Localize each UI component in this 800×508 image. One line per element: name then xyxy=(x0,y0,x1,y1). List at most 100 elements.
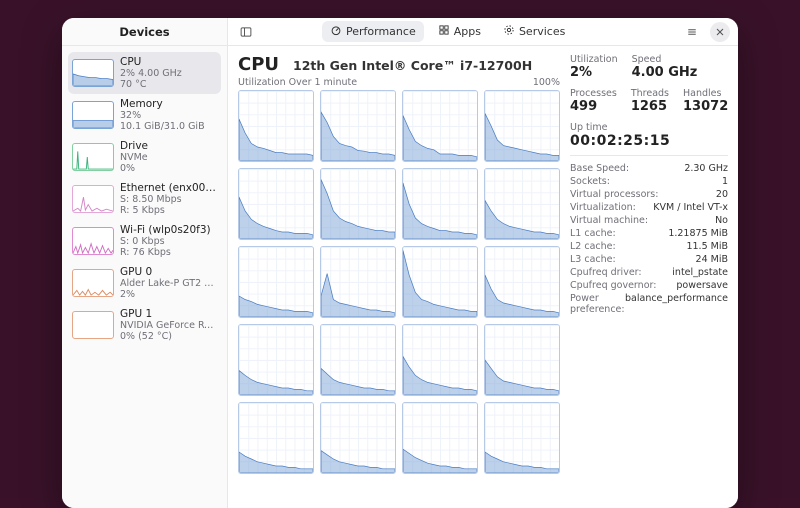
core-chart xyxy=(238,324,314,396)
stat-label: Utilization xyxy=(570,54,618,65)
charts-column: CPU 12th Gen Intel® Core™ i7-12700H Util… xyxy=(238,54,560,498)
device-line2: 2% xyxy=(120,289,217,300)
detail-key: Virtual processors: xyxy=(570,189,658,200)
device-line2: R: 76 Kbps xyxy=(120,247,217,258)
device-item[interactable]: DriveNVMe0% xyxy=(68,136,221,178)
device-item[interactable]: GPU 0Alder Lake-P GT2 (Iris X…2% xyxy=(68,262,221,304)
device-name: Drive xyxy=(120,140,217,152)
tab-performance[interactable]: Performance xyxy=(322,21,424,42)
device-name: GPU 0 xyxy=(120,266,217,278)
tab-label: Performance xyxy=(346,25,416,38)
stat-value: 2% xyxy=(570,65,618,80)
stat-value: 13072 xyxy=(683,99,728,114)
core-chart xyxy=(320,90,396,162)
detail-key: Base Speed: xyxy=(570,163,629,174)
detail-key: L3 cache: xyxy=(570,254,616,265)
detail-value: 11.5 MiB xyxy=(686,241,728,252)
core-chart xyxy=(238,168,314,240)
device-line1: 2% 4.00 GHz xyxy=(120,68,217,79)
device-item[interactable]: GPU 1NVIDIA GeForce RTX 3…0% (52 °C) xyxy=(68,304,221,346)
device-thumb xyxy=(72,185,114,213)
app-window: Devices CPU2% 4.00 GHz70 °CMemory32%10.1… xyxy=(62,18,738,508)
device-item[interactable]: CPU2% 4.00 GHz70 °C xyxy=(68,52,221,94)
panel-toggle-button[interactable] xyxy=(236,22,256,42)
device-line2: 70 °C xyxy=(120,79,217,90)
device-line1: S: 0 Kbps xyxy=(120,236,217,247)
stat-label: Processes xyxy=(570,88,617,99)
sidebar: Devices CPU2% 4.00 GHz70 °CMemory32%10.1… xyxy=(62,18,228,508)
core-chart xyxy=(484,324,560,396)
detail-row: Cpufreq driver:intel_pstate xyxy=(570,266,728,279)
device-item[interactable]: Memory32%10.1 GiB/31.0 GiB xyxy=(68,94,221,136)
device-line2: R: 5 Kbps xyxy=(120,205,217,216)
core-grid xyxy=(238,90,560,498)
close-icon xyxy=(714,26,726,38)
stat-label: Speed xyxy=(632,54,698,65)
stat-label: Threads xyxy=(631,88,669,99)
page-title: CPU xyxy=(238,54,279,75)
core-chart xyxy=(320,168,396,240)
device-line1: 32% xyxy=(120,110,217,121)
device-item[interactable]: Ethernet (enx00e04…S: 8.50 MbpsR: 5 Kbps xyxy=(68,178,221,220)
gauge-icon xyxy=(330,24,342,39)
menu-button[interactable] xyxy=(682,22,702,42)
details-list: Base Speed: 2.30 GHzSockets:1Virtual proc… xyxy=(570,155,728,316)
device-thumb xyxy=(72,311,114,339)
device-name: CPU xyxy=(120,56,217,68)
detail-row: Power preference:balance_performance xyxy=(570,292,728,316)
detail-row: Sockets:1 xyxy=(570,175,728,188)
detail-row: Virtualization:KVM / Intel VT-x xyxy=(570,201,728,214)
gear-icon xyxy=(503,24,515,39)
device-name: Ethernet (enx00e04… xyxy=(120,182,217,194)
detail-row: Virtual machine: No xyxy=(570,214,728,227)
stat-value: 4.00 GHz xyxy=(632,65,698,80)
sidebar-title: Devices xyxy=(62,18,227,46)
core-chart xyxy=(402,402,478,474)
detail-key: Virtual machine: xyxy=(570,215,648,226)
detail-row: L3 cache:24 MiB xyxy=(570,253,728,266)
device-thumb xyxy=(72,59,114,87)
core-chart xyxy=(402,246,478,318)
stat-block: Threads1265 xyxy=(631,88,669,114)
device-name: Wi-Fi (wlp0s20f3) xyxy=(120,224,217,236)
stat-value: 1265 xyxy=(631,99,669,114)
core-chart xyxy=(484,90,560,162)
detail-row: L2 cache:11.5 MiB xyxy=(570,240,728,253)
device-line2: 10.1 GiB/31.0 GiB xyxy=(120,121,217,132)
grid-icon xyxy=(438,24,450,39)
detail-row: Base Speed: 2.30 GHz xyxy=(570,162,728,175)
stat-label: Handles xyxy=(683,88,728,99)
device-thumb xyxy=(72,269,114,297)
stats-panel: Utilization2% Speed4.00 GHz Processes499 T… xyxy=(570,54,728,498)
menu-icon xyxy=(686,26,698,38)
tab-services[interactable]: Services xyxy=(495,21,573,42)
tab-apps[interactable]: Apps xyxy=(430,21,489,42)
detail-key: Power preference: xyxy=(570,293,625,315)
core-chart xyxy=(402,90,478,162)
stat-block: Speed4.00 GHz xyxy=(632,54,698,80)
core-chart xyxy=(238,402,314,474)
stat-block: Utilization2% xyxy=(570,54,618,80)
detail-value: intel_pstate xyxy=(672,267,728,278)
core-chart xyxy=(238,246,314,318)
main-panel: Performance Apps Services CPU 12th Gen Int… xyxy=(228,18,738,508)
uptime-label: Up time xyxy=(570,122,728,133)
detail-value: No xyxy=(715,215,728,226)
detail-value: 2.30 GHz xyxy=(684,163,728,174)
core-chart xyxy=(320,324,396,396)
detail-value: 1.21875 MiB xyxy=(668,228,728,239)
stat-value: 499 xyxy=(570,99,617,114)
close-button[interactable] xyxy=(710,22,730,42)
core-chart xyxy=(484,246,560,318)
device-list: CPU2% 4.00 GHz70 °CMemory32%10.1 GiB/31.… xyxy=(62,46,227,352)
core-chart xyxy=(402,324,478,396)
device-item[interactable]: Wi-Fi (wlp0s20f3)S: 0 KbpsR: 76 Kbps xyxy=(68,220,221,262)
core-chart xyxy=(402,168,478,240)
detail-value: balance_performance xyxy=(625,293,728,315)
detail-value: 1 xyxy=(722,176,728,187)
device-line2: 0% (52 °C) xyxy=(120,331,217,342)
core-chart xyxy=(484,168,560,240)
uptime-value: 00:02:25:15 xyxy=(570,133,728,149)
stat-block: Processes499 xyxy=(570,88,617,114)
device-thumb xyxy=(72,143,114,171)
